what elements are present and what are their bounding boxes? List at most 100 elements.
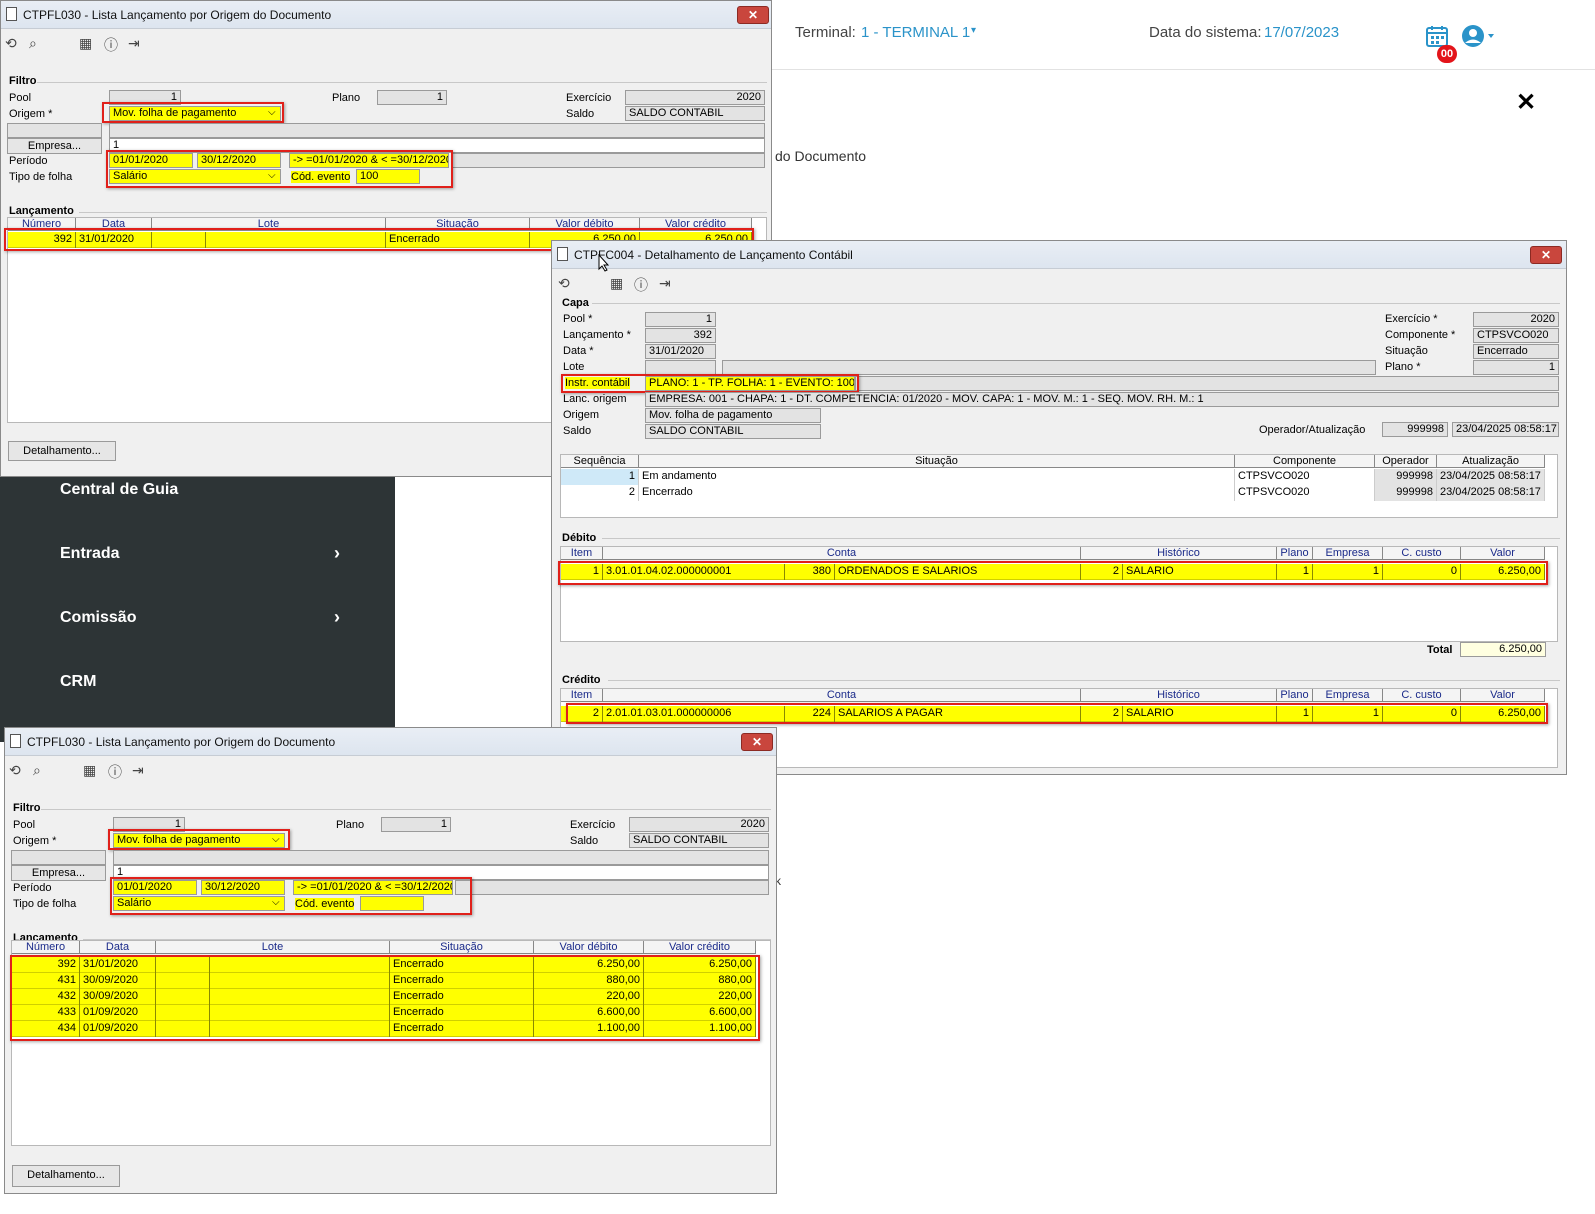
operador-field[interactable]: 999998 (1382, 422, 1448, 437)
search-icon[interactable]: ⌕ (29, 35, 37, 52)
col-c-custo[interactable]: C. custo (1383, 547, 1461, 560)
empresa-button[interactable]: Empresa... (11, 865, 106, 881)
origem-label: Origem * (9, 108, 53, 120)
detalhamento-button[interactable]: Detalhamento... (8, 441, 116, 461)
atualizacao-field[interactable]: 23/04/2025 08:58:17 (1452, 422, 1559, 437)
system-date-label: Data do sistema: (1149, 24, 1262, 41)
situacao-field[interactable]: Encerrado (1473, 344, 1559, 359)
pool-field[interactable]: 1 (645, 312, 716, 327)
col-componente[interactable]: Componente (1235, 455, 1375, 468)
terminal-selector[interactable]: 1 - TERMINAL 1 (861, 24, 970, 41)
data-label: Data * (563, 345, 594, 357)
origem-field[interactable]: Mov. folha de pagamento (645, 408, 821, 423)
col-situacao[interactable]: Situação (390, 941, 534, 954)
col-conta[interactable]: Conta (603, 689, 1081, 702)
sidebar-item-central-de-guia[interactable]: Central de Guia (60, 481, 178, 499)
col-atualizacao[interactable]: Atualização (1437, 455, 1545, 468)
calendar-icon[interactable]: ▦ (610, 275, 623, 292)
col-empresa[interactable]: Empresa (1313, 689, 1383, 702)
lanc-origem-field[interactable]: EMPRESA: 001 - CHAPA: 1 - DT. COMPETENCI… (645, 392, 1559, 407)
col-item[interactable]: Item (561, 547, 603, 560)
grid-header: Item Conta Histórico Plano Empresa C. cu… (561, 547, 1545, 560)
calendar-icon[interactable]: ▦ (83, 762, 96, 779)
cell-componente: CTPSVCO020 (1235, 469, 1375, 485)
col-data[interactable]: Data (80, 941, 156, 954)
data-field[interactable]: 31/01/2020 (645, 344, 716, 359)
sidebar-item-crm[interactable]: CRM (60, 673, 96, 691)
col-historico[interactable]: Histórico (1081, 689, 1277, 702)
refresh-icon[interactable]: ⟲ (5, 35, 17, 52)
detalhamento-button[interactable]: Detalhamento... (12, 1165, 120, 1187)
close-icon[interactable]: ✕ (1516, 88, 1536, 117)
table-row[interactable]: 2 Encerrado CTPSVCO020 999998 23/04/2025… (561, 485, 1545, 501)
filtro-divider (37, 82, 767, 83)
empresa-description (113, 850, 769, 865)
exit-icon[interactable]: ⇥ (132, 762, 144, 779)
col-item[interactable]: Item (561, 689, 603, 702)
close-button[interactable]: ✕ (741, 733, 773, 751)
col-numero[interactable]: Número (12, 941, 80, 954)
col-valor-debito[interactable]: Valor débito (534, 941, 644, 954)
filtro-label: Filtro (13, 802, 41, 814)
chevron-right-icon[interactable]: › (334, 543, 340, 564)
table-row[interactable]: 1 Em andamento CTPSVCO020 999998 23/04/2… (561, 469, 1545, 485)
cell-situacao[interactable]: Em andamento (639, 469, 1235, 485)
col-valor[interactable]: Valor (1461, 689, 1545, 702)
exercicio-field[interactable]: 2020 (629, 817, 769, 832)
highlight-instr (561, 374, 859, 393)
periodo-label: Período (9, 155, 48, 167)
situacao-label: Situação (1385, 345, 1428, 357)
debito-divider (602, 538, 1560, 539)
saldo-field[interactable]: SALDO CONTABIL (645, 424, 821, 439)
saldo-field[interactable]: SALDO CONTABIL (629, 833, 769, 848)
col-valor[interactable]: Valor (1461, 547, 1545, 560)
help-icon[interactable]: ⓘ (104, 35, 118, 55)
lote-field[interactable] (645, 360, 716, 375)
calendar-icon[interactable]: ▦ (79, 35, 92, 52)
sidebar-item-comissao[interactable]: Comissão (60, 609, 136, 627)
col-empresa[interactable]: Empresa (1313, 547, 1383, 560)
exercicio-field[interactable]: 2020 (1473, 312, 1559, 327)
chevron-right-icon[interactable]: › (334, 607, 340, 628)
col-conta[interactable]: Conta (603, 547, 1081, 560)
sidebar-item-entrada[interactable]: Entrada (60, 545, 120, 563)
lancamento-label: Lançamento * (563, 329, 631, 341)
lancamento-field[interactable]: 392 (645, 328, 716, 343)
help-icon[interactable]: ⓘ (108, 762, 122, 782)
empty-field[interactable] (7, 123, 102, 138)
chevron-down-icon[interactable]: ▾ (971, 25, 976, 36)
empty-field[interactable] (11, 850, 106, 865)
filtro-label: Filtro (9, 75, 37, 87)
col-situacao[interactable]: Situação (639, 455, 1235, 468)
pool-label: Pool * (563, 313, 593, 325)
plano-field[interactable]: 1 (381, 817, 451, 832)
empresa-button[interactable]: Empresa... (7, 138, 102, 154)
col-operador[interactable]: Operador (1375, 455, 1437, 468)
grid-header: Item Conta Histórico Plano Empresa C. cu… (561, 689, 1545, 702)
refresh-icon[interactable]: ⟲ (558, 275, 570, 292)
componente-field[interactable]: CTPSVCO020 (1473, 328, 1559, 343)
plano-field[interactable]: 1 (377, 90, 447, 105)
user-avatar-icon[interactable] (1461, 24, 1497, 51)
web-header: Terminal: 1 - TERMINAL 1 ▾ Data do siste… (771, 0, 1595, 70)
help-icon[interactable]: ⓘ (634, 275, 648, 295)
exercicio-field[interactable]: 2020 (625, 90, 765, 105)
search-icon[interactable]: ⌕ (33, 762, 41, 779)
col-plano[interactable]: Plano (1277, 547, 1313, 560)
exit-icon[interactable]: ⇥ (659, 275, 671, 292)
instr-filler (855, 376, 1559, 391)
periodo-filler (455, 880, 769, 895)
col-valor-credito[interactable]: Valor crédito (644, 941, 756, 954)
plano-field[interactable]: 1 (1473, 360, 1559, 375)
cell-situacao[interactable]: Encerrado (639, 485, 1235, 501)
saldo-field[interactable]: SALDO CONTABIL (625, 106, 765, 121)
col-sequencia[interactable]: Sequência (561, 455, 639, 468)
close-button[interactable]: ✕ (1530, 246, 1562, 264)
col-lote[interactable]: Lote (156, 941, 390, 954)
refresh-icon[interactable]: ⟲ (9, 762, 21, 779)
col-plano[interactable]: Plano (1277, 689, 1313, 702)
col-c-custo[interactable]: C. custo (1383, 689, 1461, 702)
exit-icon[interactable]: ⇥ (128, 35, 140, 52)
close-button[interactable]: ✕ (737, 6, 769, 24)
col-historico[interactable]: Histórico (1081, 547, 1277, 560)
